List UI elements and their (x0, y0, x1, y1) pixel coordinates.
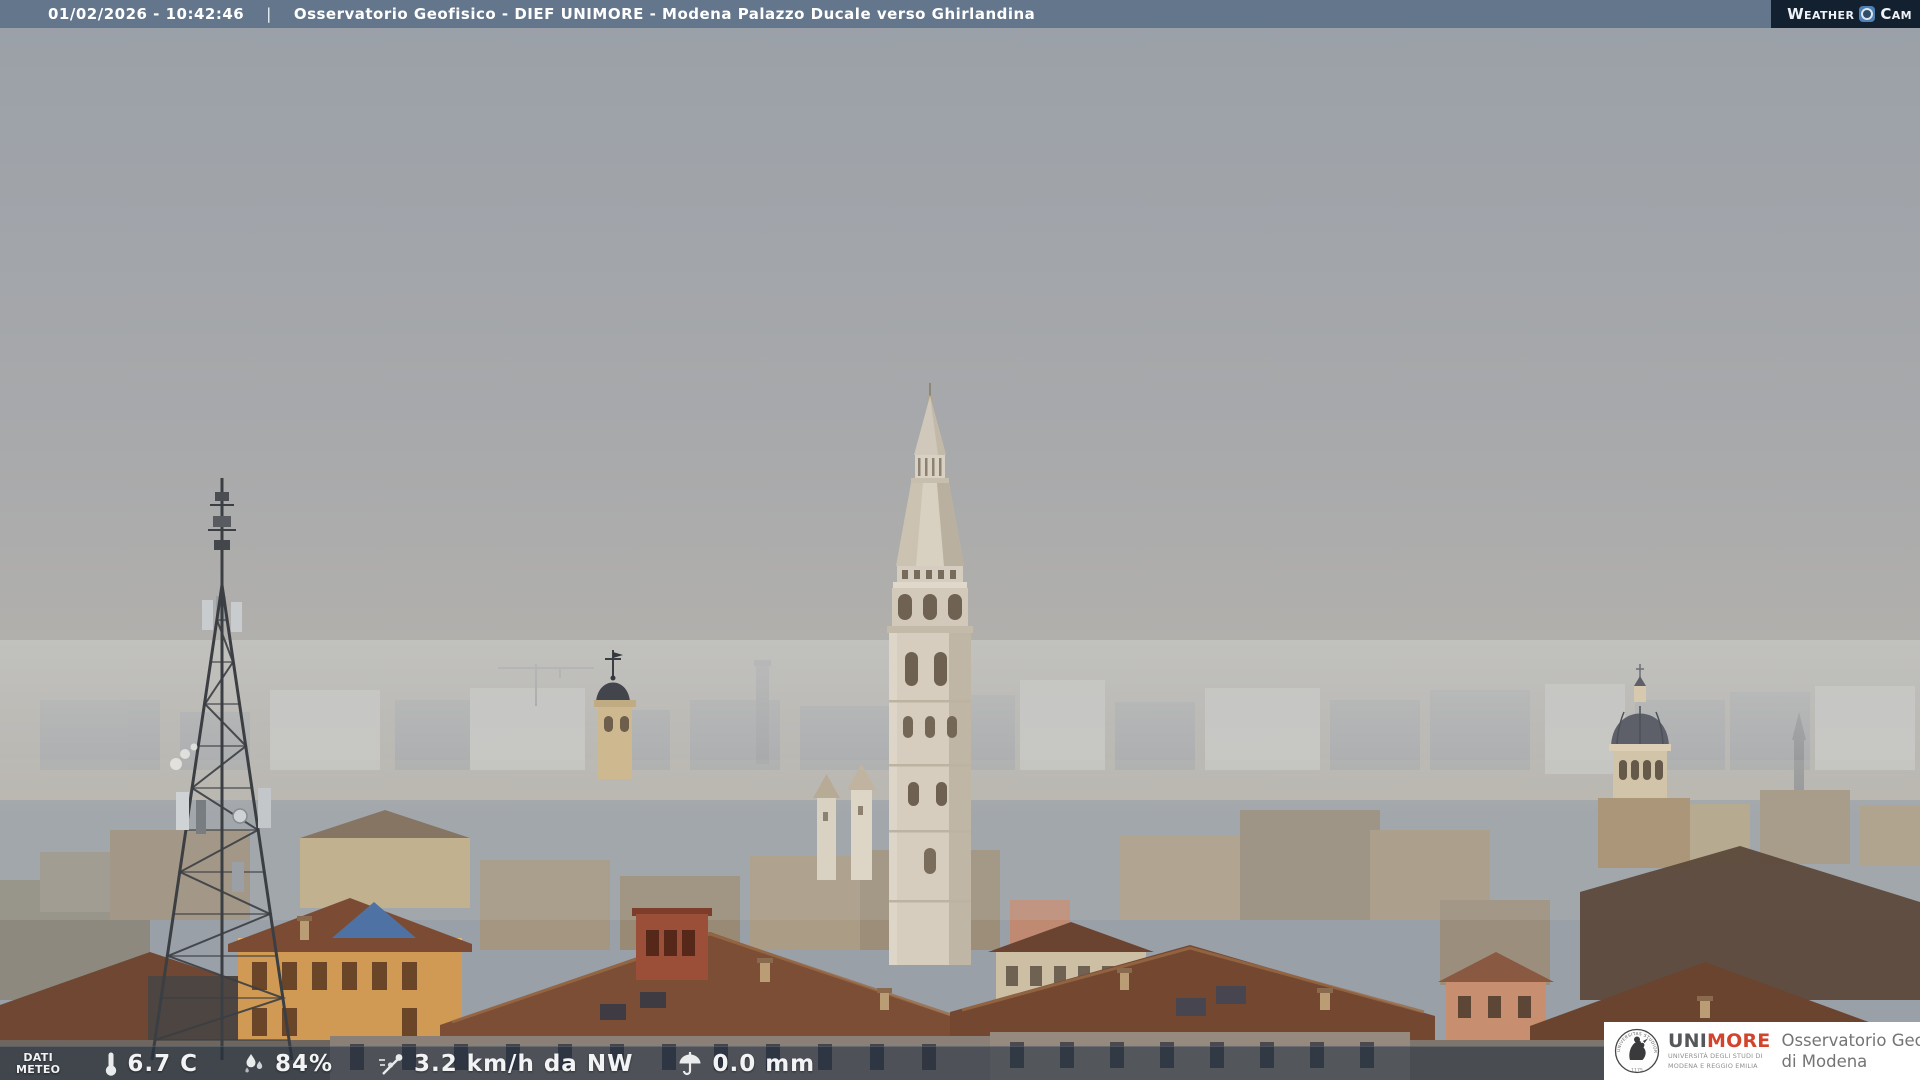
header-separator: | (266, 5, 272, 23)
temperature-reading: 6.7 C (104, 1051, 198, 1077)
weathercam-word2: Cam (1880, 5, 1912, 23)
header-bar: 01/02/2026 - 10:42:46 | Osservatorio Geo… (0, 0, 1920, 28)
antenna-dish (232, 808, 248, 824)
wind-reading: 3.2 km/h da NW (377, 1051, 633, 1077)
humidity-value: 84% (274, 1050, 334, 1077)
camera-lens-icon (1859, 6, 1876, 22)
temperature-value: 6.7 C (127, 1050, 198, 1077)
webcam-photo (0, 0, 1920, 1080)
unimore-wordmark: UNIMORE UNIVERSITÀ DEGLI STUDI DI MODENA… (1668, 1029, 1771, 1070)
wind-icon (379, 1053, 403, 1075)
unimore-seal: UNIVERSITAS STUDIORUM MUTINENSIS ET REGI… (1613, 1026, 1660, 1074)
precipitation-reading: 0.0 mm (677, 1051, 815, 1077)
precipitation-value: 0.0 mm (712, 1050, 816, 1077)
humidity-reading: 84% (242, 1051, 333, 1077)
webcam-viewer: 01/02/2026 - 10:42:46 | Osservatorio Geo… (0, 0, 1920, 1080)
observatory-name: Osservatorio Geofisico di Modena (1781, 1030, 1920, 1072)
dati-meteo-label: DATI METEO (16, 1051, 61, 1076)
unimore-subtitle-line2: MODENA E REGGIO EMILIA (1668, 1061, 1758, 1070)
wind-value: 3.2 km/h da NW (414, 1050, 634, 1077)
unimore-more-text: MORE (1707, 1029, 1771, 1052)
humidity-icon (245, 1053, 263, 1072)
unimore-uni-text: UNI (1668, 1029, 1707, 1052)
unimore-logo-box: UNIVERSITAS STUDIORUM MUTINENSIS ET REGI… (1604, 1022, 1920, 1080)
weathercam-logo: Weather Cam (1771, 0, 1920, 28)
unimore-subtitle-line1: UNIVERSITÀ DEGLI STUDI DI (1668, 1051, 1763, 1060)
weathercam-word1: Weather (1787, 5, 1855, 23)
thermometer-icon (106, 1052, 117, 1076)
umbrella-icon (679, 1051, 701, 1075)
svg-text:1175: 1175 (1631, 1068, 1643, 1074)
observatory-name-line1: Osservatorio Geofisico (1781, 1031, 1920, 1050)
datetime-label: 01/02/2026 - 10:42:46 (48, 5, 245, 23)
camera-title: Osservatorio Geofisico - DIEF UNIMORE - … (293, 5, 1036, 23)
observatory-name-line2: di Modena (1781, 1052, 1868, 1071)
